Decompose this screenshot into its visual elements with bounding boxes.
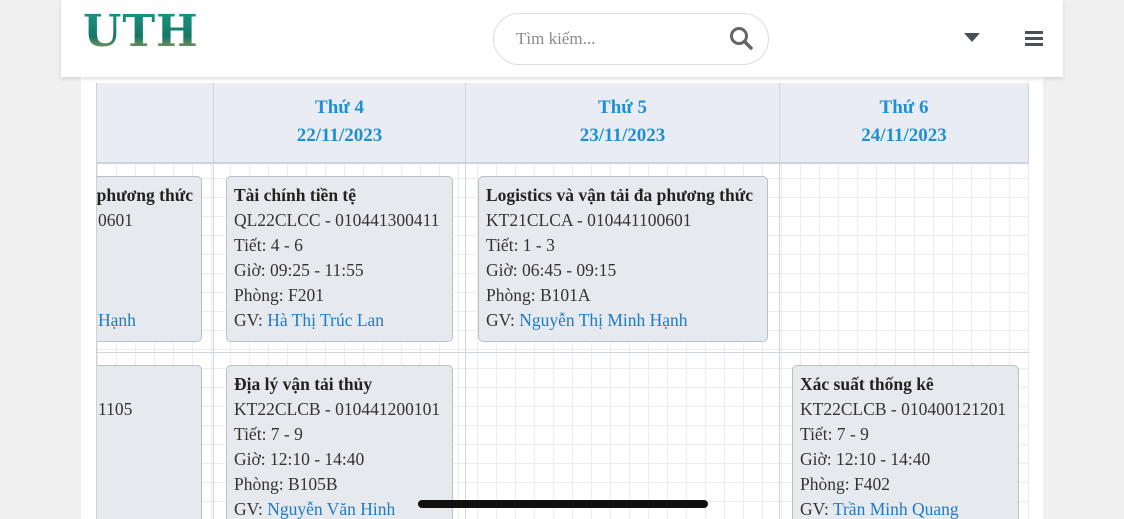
class-title: Tài chính tiền tệ (234, 185, 357, 205)
search-input[interactable] (514, 26, 718, 52)
search-icon[interactable] (728, 25, 756, 53)
class-room: Phòng: B101A (486, 285, 591, 305)
class-card[interactable]: Xác suất thống kê KT22CLCB - 01040012120… (792, 365, 1019, 519)
class-period: Tiết: 7 - 9 (800, 424, 869, 444)
day-label: Thứ 6 (879, 97, 929, 118)
class-code: 1105 (98, 399, 133, 419)
day-header-thu: Thứ 5 23/11/2023 (465, 83, 779, 162)
class-lecturer: Hạnh (98, 310, 136, 330)
class-card-partial[interactable]: phương thức 0601 Hạnh (96, 176, 202, 342)
caret-down-icon[interactable] (962, 30, 982, 44)
class-lecturer-row: GV: Nguyễn Thị Minh Hạnh (486, 308, 760, 333)
schedule-header-row: Thứ 4 22/11/2023 Thứ 5 23/11/2023 Thứ 6 … (97, 83, 1029, 164)
class-room: Phòng: F402 (800, 474, 890, 494)
day-date: 23/11/2023 (579, 125, 666, 146)
class-code: KT21CLCA - 010441100601 (486, 210, 692, 230)
class-code: KT22CLCB - 010400121201 (800, 399, 1007, 419)
day-label: Thứ 5 (598, 97, 647, 118)
schedule-table: Thứ 4 22/11/2023 Thứ 5 23/11/2023 Thứ 6 … (96, 83, 1029, 519)
class-lecturer-row: GV: Hà Thị Trúc Lan (234, 308, 445, 333)
class-card-partial[interactable]: 1105 (97, 365, 202, 519)
day-date: 24/11/2023 (861, 125, 947, 146)
class-period: Tiết: 7 - 9 (234, 424, 303, 444)
class-title: Địa lý vận tải thủy (234, 374, 373, 394)
lecturer-label: GV: (486, 310, 515, 330)
day-header-wed: Thứ 4 22/11/2023 (213, 83, 465, 162)
column-divider (465, 162, 466, 519)
column-divider (779, 162, 780, 519)
day-label: Thứ 4 (315, 97, 364, 118)
day-date: 22/11/2023 (296, 125, 383, 146)
class-time: Giờ: 12:10 - 14:40 (234, 449, 365, 469)
class-card[interactable]: Tài chính tiền tệ QL22CLCC - 01044130041… (226, 176, 453, 342)
row-divider (97, 352, 1029, 353)
lecturer-label: GV: (234, 499, 263, 519)
column-divider (213, 162, 214, 519)
class-title: Logistics và vận tải đa phương thức (486, 185, 753, 205)
lecturer-name[interactable]: Nguyễn Văn Hinh (267, 499, 395, 519)
class-card[interactable]: Logistics và vận tải đa phương thức KT21… (478, 176, 768, 342)
lecturer-name[interactable]: Nguyễn Thị Minh Hạnh (519, 310, 687, 330)
class-time: Giờ: 12:10 - 14:40 (800, 449, 931, 469)
class-title: Xác suất thống kê (800, 374, 934, 394)
class-period: Tiết: 4 - 6 (234, 235, 303, 255)
class-time: Giờ: 09:25 - 11:55 (234, 260, 364, 280)
lecturer-label: GV: (800, 499, 829, 519)
day-header-fri: Thứ 6 24/11/2023 (779, 83, 1029, 162)
class-card[interactable]: Địa lý vận tải thủy KT22CLCB - 010441200… (226, 365, 453, 519)
top-header: UTH (61, 0, 1063, 77)
search-box (493, 13, 769, 65)
class-lecturer-row: GV: Nguyễn Văn Hinh (234, 497, 445, 519)
hamburger-menu-icon[interactable] (1024, 28, 1044, 48)
uth-logo[interactable]: UTH (83, 6, 199, 57)
home-indicator-bar[interactable] (418, 500, 708, 508)
class-room: Phòng: B105B (234, 474, 338, 494)
lecturer-name[interactable]: Hà Thị Trúc Lan (267, 310, 384, 330)
class-code: KT22CLCB - 010441200101 (234, 399, 441, 419)
lecturer-name[interactable]: Trần Minh Quang (833, 499, 959, 519)
class-code: 0601 (98, 210, 133, 230)
class-lecturer-row: GV: Trần Minh Quang (800, 497, 1011, 519)
class-title: phương thức (96, 185, 193, 205)
class-time: Giờ: 06:45 - 09:15 (486, 260, 617, 280)
class-room: Phòng: F201 (234, 285, 324, 305)
class-code: QL22CLCC - 010441300411 (234, 210, 440, 230)
class-period: Tiết: 1 - 3 (486, 235, 555, 255)
lecturer-label: GV: (234, 310, 263, 330)
